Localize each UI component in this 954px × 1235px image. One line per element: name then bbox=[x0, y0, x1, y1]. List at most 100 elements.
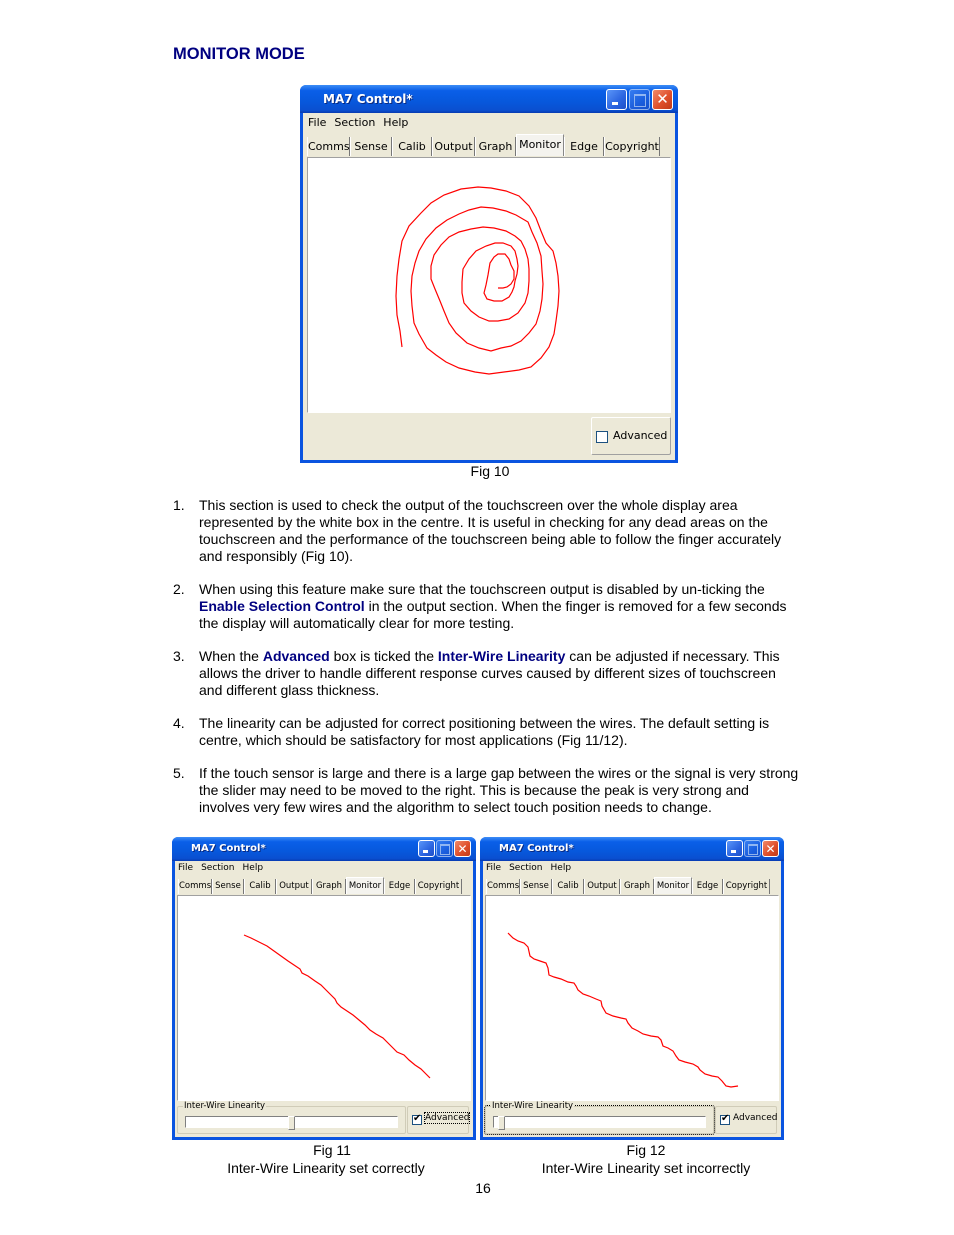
fig11-window: MA7 Control* ✕ File Section Help Comms S… bbox=[172, 837, 476, 1140]
maximize-button[interactable] bbox=[629, 89, 650, 110]
title-bar[interactable]: MA7 Control* ✕ bbox=[480, 837, 784, 861]
tab-copyright[interactable]: Copyright bbox=[415, 879, 462, 894]
menu-help[interactable]: Help bbox=[551, 863, 572, 873]
tab-comms[interactable]: Comms bbox=[307, 137, 350, 156]
list-text: box is ticked the bbox=[329, 648, 438, 664]
window-title: MA7 Control* bbox=[499, 843, 574, 854]
close-icon: ✕ bbox=[656, 90, 669, 108]
close-button[interactable]: ✕ bbox=[762, 840, 779, 857]
tab-copyright[interactable]: Copyright bbox=[604, 137, 660, 156]
monitor-display-area[interactable] bbox=[485, 895, 779, 1101]
tab-comms[interactable]: Comms bbox=[486, 879, 520, 894]
inter-wire-linearity-label: Inter-Wire Linearity bbox=[183, 1101, 267, 1111]
list-number: 1. bbox=[173, 497, 185, 513]
title-bar[interactable]: MA7 Control* ✕ bbox=[172, 837, 476, 861]
menu-section[interactable]: Section bbox=[334, 116, 375, 129]
close-icon: ✕ bbox=[457, 842, 468, 856]
fig12-caption: Fig 12 bbox=[626, 1142, 666, 1158]
touch-trace-canvas bbox=[507, 932, 739, 1088]
list-text: When using this feature make sure that t… bbox=[199, 581, 765, 597]
tab-output[interactable]: Output bbox=[584, 879, 620, 894]
monitor-display-area[interactable] bbox=[177, 895, 471, 1101]
advanced-checkbox[interactable] bbox=[720, 1113, 730, 1125]
list-text: The linearity can be adjusted for correc… bbox=[199, 715, 770, 748]
tab-strip: Comms Sense Calib Output Graph Monitor E… bbox=[486, 877, 770, 894]
menu-help[interactable]: Help bbox=[383, 116, 408, 129]
tab-monitor[interactable]: Monitor bbox=[346, 877, 384, 894]
fig10-window: MA7 Control* ✕ File Section Help Comms S… bbox=[300, 85, 678, 463]
inter-wire-linearity-label: Inter-Wire Linearity bbox=[491, 1101, 575, 1111]
minimize-button[interactable] bbox=[418, 840, 435, 857]
tab-sense[interactable]: Sense bbox=[520, 879, 552, 894]
tab-output[interactable]: Output bbox=[432, 137, 475, 156]
tab-edge[interactable]: Edge bbox=[692, 879, 723, 894]
menu-help[interactable]: Help bbox=[243, 863, 264, 873]
tab-graph[interactable]: Graph bbox=[312, 879, 346, 894]
close-button[interactable]: ✕ bbox=[454, 840, 471, 857]
tab-sense[interactable]: Sense bbox=[212, 879, 244, 894]
tab-edge[interactable]: Edge bbox=[384, 879, 415, 894]
tab-graph[interactable]: Graph bbox=[475, 137, 516, 156]
minimize-button[interactable] bbox=[606, 89, 627, 110]
inter-wire-linearity-slider[interactable] bbox=[185, 1116, 398, 1130]
advanced-checkbox[interactable] bbox=[412, 1113, 422, 1125]
menu-section[interactable]: Section bbox=[201, 863, 234, 873]
fig12-subcaption: Inter-Wire Linearity set incorrectly bbox=[541, 1160, 751, 1176]
inter-wire-linearity-slider[interactable] bbox=[493, 1116, 706, 1130]
list-item: 1. This section is used to check the outp… bbox=[173, 497, 803, 565]
tab-calib[interactable]: Calib bbox=[244, 879, 276, 894]
list-item: 2. When using this feature make sure that… bbox=[173, 581, 803, 632]
maximize-button[interactable] bbox=[436, 840, 453, 857]
tab-copyright[interactable]: Copyright bbox=[723, 879, 770, 894]
list-number: 3. bbox=[173, 648, 185, 664]
tab-calib[interactable]: Calib bbox=[392, 137, 432, 156]
advanced-label[interactable]: Advanced bbox=[423, 1112, 471, 1124]
touch-trace-canvas bbox=[395, 186, 560, 375]
title-bar[interactable]: MA7 Control* ✕ bbox=[300, 85, 678, 113]
fig11-caption: Fig 11 bbox=[313, 1142, 351, 1158]
list-text: If the touch sensor is large and there i… bbox=[199, 765, 799, 815]
fig10-caption: Fig 10 bbox=[470, 463, 510, 479]
tab-monitor[interactable]: Monitor bbox=[654, 877, 692, 894]
list-text: When the bbox=[199, 648, 263, 664]
window-title: MA7 Control* bbox=[191, 843, 266, 854]
monitor-display-area[interactable] bbox=[307, 157, 671, 413]
tab-graph[interactable]: Graph bbox=[620, 879, 654, 894]
tab-sense[interactable]: Sense bbox=[350, 137, 392, 156]
list-number: 4. bbox=[173, 715, 185, 731]
tab-calib[interactable]: Calib bbox=[552, 879, 584, 894]
stepped-trace bbox=[507, 932, 739, 1088]
emphasis-term: Enable Selection Control bbox=[199, 598, 365, 614]
slider-thumb[interactable] bbox=[288, 1116, 295, 1130]
emphasis-term: Inter-Wire Linearity bbox=[437, 648, 566, 664]
touch-trace-canvas bbox=[243, 934, 431, 1079]
menu-bar: File Section Help bbox=[308, 116, 675, 129]
close-button[interactable]: ✕ bbox=[652, 89, 673, 110]
fig11-subcaption: Inter-Wire Linearity set correctly bbox=[227, 1160, 425, 1176]
list-item: 4. The linearity can be adjusted for corr… bbox=[173, 715, 803, 749]
list-text: This section is used to check the output… bbox=[199, 497, 782, 564]
menu-file[interactable]: File bbox=[486, 863, 501, 873]
tab-comms[interactable]: Comms bbox=[178, 879, 212, 894]
menu-bar: File Section Help bbox=[178, 863, 473, 873]
tab-edge[interactable]: Edge bbox=[564, 137, 604, 156]
list-item: 3. When the Advanced box is ticked the In… bbox=[173, 648, 803, 699]
advanced-label[interactable]: Advanced bbox=[733, 1113, 777, 1123]
diagonal-trace bbox=[243, 934, 431, 1079]
menu-file[interactable]: File bbox=[178, 863, 193, 873]
page-number: 16 bbox=[475, 1180, 491, 1196]
menu-file[interactable]: File bbox=[308, 116, 326, 129]
close-icon: ✕ bbox=[765, 842, 776, 856]
minimize-button[interactable] bbox=[726, 840, 743, 857]
maximize-button[interactable] bbox=[744, 840, 761, 857]
tab-monitor[interactable]: Monitor bbox=[516, 134, 564, 156]
slider-thumb[interactable] bbox=[498, 1116, 506, 1130]
instruction-list: 1. This section is used to check the outp… bbox=[173, 497, 803, 832]
section-heading: MONITOR MODE bbox=[173, 45, 305, 63]
tab-output[interactable]: Output bbox=[276, 879, 312, 894]
menu-section[interactable]: Section bbox=[509, 863, 542, 873]
advanced-label[interactable]: Advanced bbox=[613, 429, 667, 442]
tab-strip: Comms Sense Calib Output Graph Monitor E… bbox=[307, 134, 660, 156]
list-number: 2. bbox=[173, 581, 185, 597]
advanced-checkbox[interactable] bbox=[596, 431, 608, 443]
